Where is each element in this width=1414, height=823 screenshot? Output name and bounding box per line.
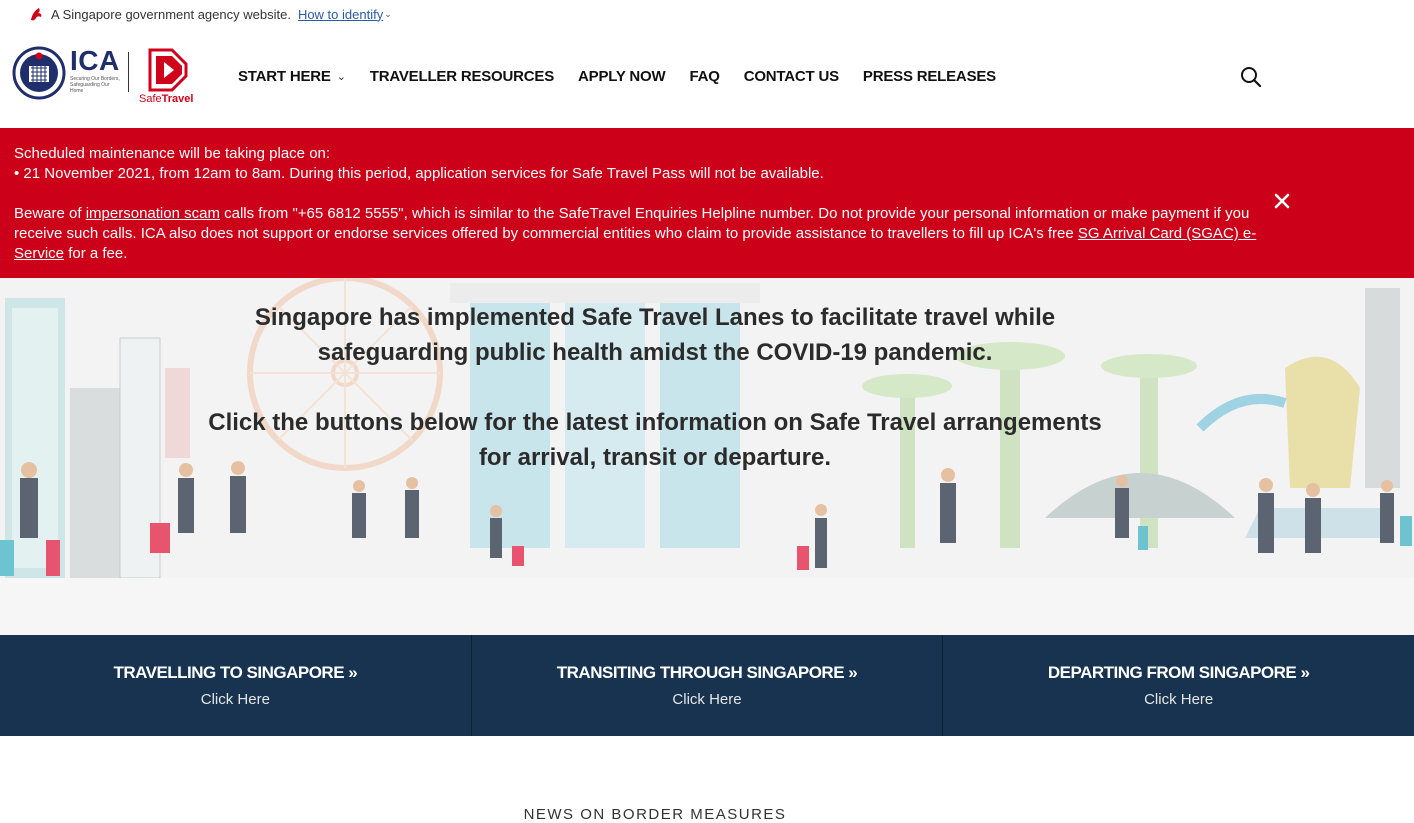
safetravel-word-safe: Safe (139, 93, 162, 105)
nav-press-releases-label: PRESS RELEASES (862, 68, 996, 85)
ica-tagline: Securing Our Borders, Safeguarding Our H… (70, 76, 120, 94)
how-to-identify-link[interactable]: How to identify (298, 7, 383, 22)
hero-line-2: safeguarding public health amidst the CO… (317, 339, 993, 366)
ica-wordmark: ICA Securing Our Borders, Safeguarding O… (70, 45, 122, 95)
nav-apply-now-label: APPLY NOW (578, 68, 666, 85)
logo-group[interactable]: ICA Securing Our Borders, Safeguarding O… (12, 46, 193, 105)
safetravel-logo: SafeTravel (139, 46, 193, 105)
hero-line-4: for arrival, transit or departure. (478, 444, 832, 471)
search-icon[interactable] (1240, 66, 1262, 88)
transiting-through-singapore-button[interactable]: TRANSITING THROUGH SINGAPORE » Click Her… (472, 635, 944, 736)
alert-line-1: Scheduled maintenance will be taking pla… (14, 145, 331, 162)
safetravel-mark-icon (148, 48, 188, 92)
scam-warning-text-a: Beware of (14, 205, 86, 222)
impersonation-scam-link[interactable]: impersonation scam (86, 205, 220, 222)
nav-start-here[interactable]: START HERE ⌄ (238, 68, 346, 85)
gov-masthead: A Singapore government agency website. H… (0, 0, 1414, 28)
departing-from-singapore-title: DEPARTING FROM SINGAPORE » (1047, 663, 1310, 682)
safetravel-wordmark: SafeTravel (139, 93, 193, 105)
scam-warning: Beware of impersonation scam calls from … (14, 204, 1274, 264)
chevron-down-icon[interactable]: ⌄ (384, 9, 392, 20)
safetravel-word-travel: Travel (161, 93, 194, 105)
alert-line-2: • 21 November 2021, from 12am to 8am. Du… (14, 165, 824, 182)
news-heading: NEWS ON BORDER MEASURES (523, 806, 787, 823)
travelling-to-singapore-button[interactable]: TRAVELLING TO SINGAPORE » Click Here (0, 635, 472, 736)
hero-banner: Singapore has implemented Safe Travel La… (0, 278, 1414, 635)
nav-traveller-resources[interactable]: TRAVELLER RESOURCES (370, 68, 554, 85)
singapore-lion-icon (31, 8, 42, 21)
hero-line-3: Click the buttons below for the latest i… (208, 409, 1102, 436)
departing-from-singapore-sub: Click Here (1144, 691, 1214, 708)
nav-apply-now[interactable]: APPLY NOW (578, 68, 666, 85)
nav-contact-us-label: CONTACT US (743, 68, 839, 85)
nav-start-here-label: START HERE (238, 68, 331, 85)
nav-contact-us[interactable]: CONTACT US (744, 68, 839, 85)
nav-traveller-resources-label: TRAVELLER RESOURCES (369, 68, 555, 85)
site-header: ICA Securing Our Borders, Safeguarding O… (0, 28, 1414, 128)
ica-logo-text: ICA (70, 45, 120, 76)
ica-crest-icon (12, 46, 66, 100)
nav-press-releases[interactable]: PRESS RELEASES (863, 68, 996, 85)
nav-faq-label: FAQ (689, 68, 720, 85)
logo-divider (128, 52, 129, 92)
transiting-through-singapore-title: TRANSITING THROUGH SINGAPORE » (556, 663, 858, 682)
close-icon[interactable] (1273, 192, 1291, 210)
hero-line-1: Singapore has implemented Safe Travel La… (254, 304, 1056, 331)
maintenance-alert: Scheduled maintenance will be taking pla… (0, 128, 1414, 278)
chevron-down-icon: ⌄ (336, 71, 346, 83)
travel-options-band: TRAVELLING TO SINGAPORE » Click Here TRA… (0, 635, 1414, 736)
nav-faq[interactable]: FAQ (689, 68, 719, 85)
gov-masthead-text: A Singapore government agency website. (51, 6, 291, 22)
travelling-to-singapore-sub: Click Here (200, 691, 270, 708)
transiting-through-singapore-sub: Click Here (672, 691, 742, 708)
scam-warning-text-c: for a fee. (64, 245, 128, 262)
main-nav: START HERE ⌄ TRAVELLER RESOURCES APPLY N… (238, 68, 1020, 85)
travelling-to-singapore-title: TRAVELLING TO SINGAPORE » (113, 663, 358, 682)
departing-from-singapore-button[interactable]: DEPARTING FROM SINGAPORE » Click Here (943, 635, 1414, 736)
